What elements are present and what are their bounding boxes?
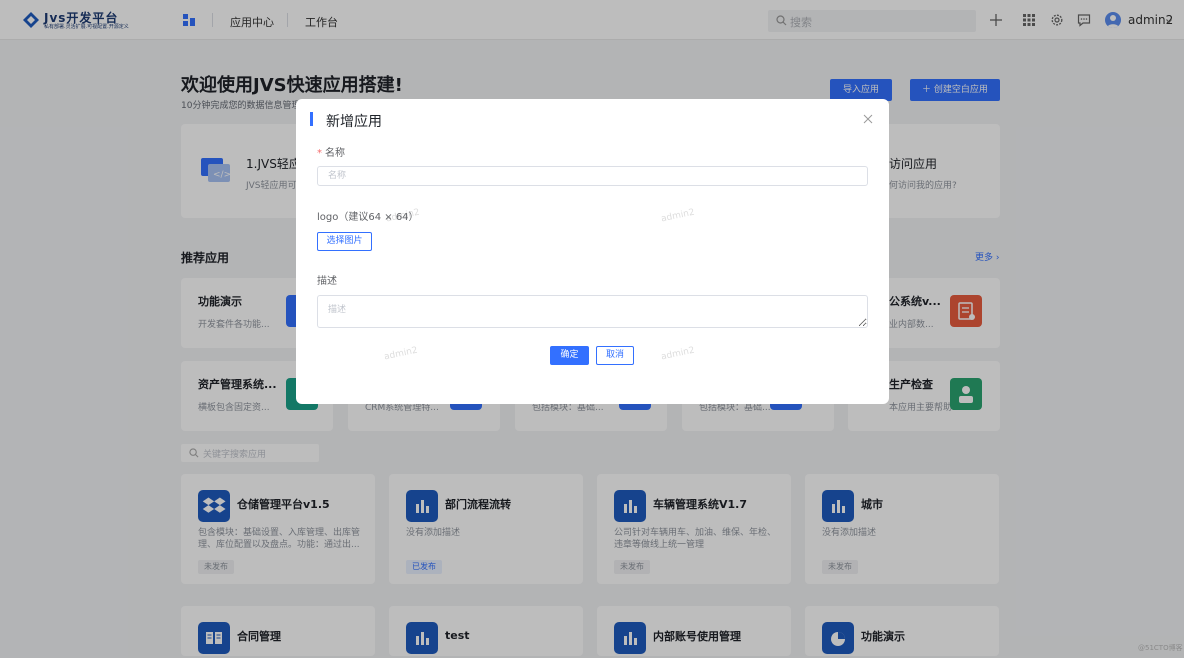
confirm-button[interactable]: 确定	[550, 346, 589, 365]
cancel-button[interactable]: 取消	[596, 346, 634, 365]
description-textarea[interactable]	[317, 295, 868, 328]
watermark-text: admin2	[660, 345, 696, 363]
watermark-text: admin2	[660, 207, 696, 225]
watermark-text: admin2	[383, 345, 419, 363]
add-app-dialog: 新增应用 *名称 logo（建议64 × 64） 选择图片 描述 确定 取消 a…	[296, 99, 889, 404]
description-field-label: 描述	[317, 276, 337, 287]
close-icon[interactable]	[863, 114, 873, 124]
title-accent-bar	[310, 112, 313, 126]
select-image-button[interactable]: 选择图片	[317, 232, 372, 251]
name-label-text: 名称	[325, 148, 345, 159]
required-mark: *	[317, 148, 322, 159]
name-field-label: * 名称	[317, 144, 345, 159]
dialog-title: 新增应用	[326, 114, 382, 130]
name-input[interactable]	[317, 166, 868, 186]
